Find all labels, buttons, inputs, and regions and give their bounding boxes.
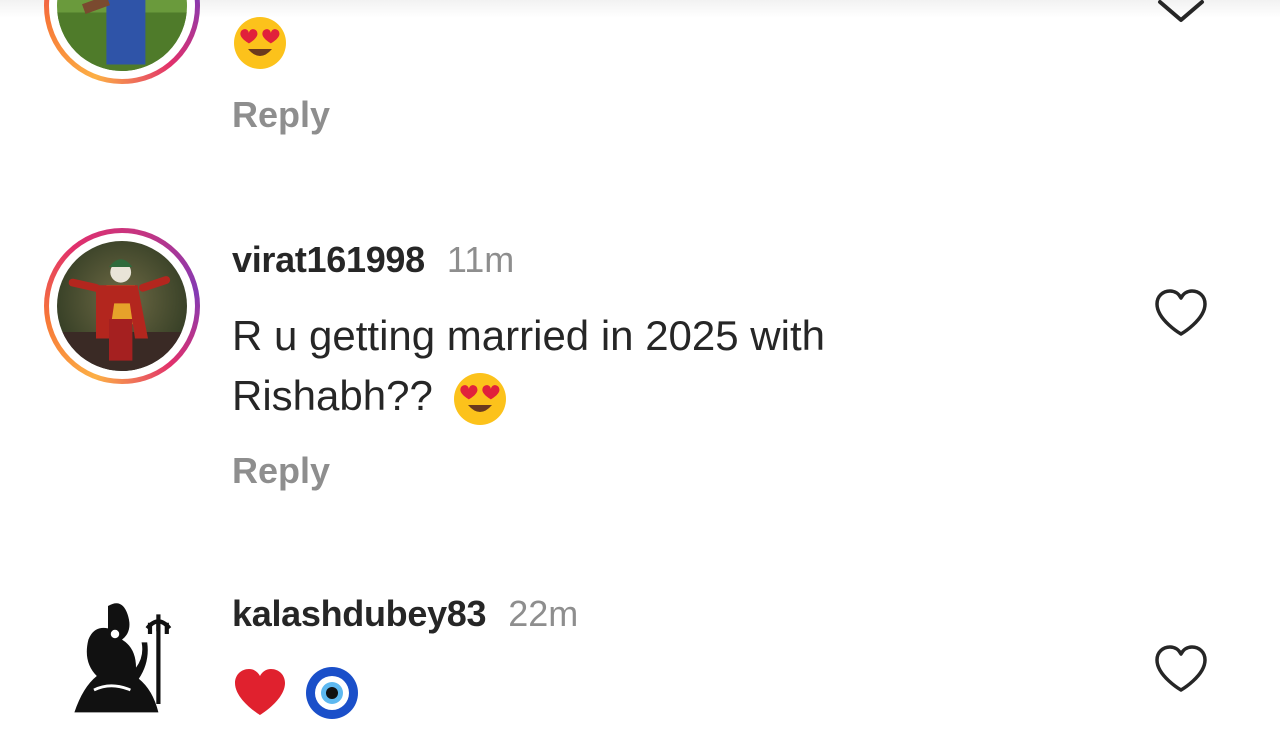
comment-meta: kalashdubey83 22m	[232, 592, 578, 636]
red-heart-emoji	[232, 667, 288, 719]
avatar[interactable]	[44, 228, 200, 384]
heart-outline-icon	[1155, 645, 1207, 692]
avatar[interactable]	[52, 592, 192, 732]
avatar-photo	[52, 592, 192, 732]
reply-button[interactable]: Reply	[232, 450, 330, 492]
reply-button[interactable]: Reply	[232, 94, 330, 136]
username[interactable]: virat161998	[232, 239, 425, 280]
timestamp: 11m	[446, 239, 515, 280]
username[interactable]: kalashdubey83	[232, 593, 487, 634]
comment-text-line-2: Rishabh??	[232, 372, 433, 419]
comment-text-line-2-row: Rishabh??	[232, 366, 508, 427]
avatar[interactable]	[44, 0, 200, 84]
heart-eyes-emoji	[452, 371, 508, 427]
collapse-chevron[interactable]	[1152, 0, 1210, 28]
avatar-photo	[57, 0, 187, 71]
comment-text: R u getting married in 2025 with	[232, 306, 825, 366]
comment-text	[232, 10, 288, 71]
chevron-down-icon	[1158, 0, 1204, 22]
avatar-photo	[57, 241, 187, 371]
comment-meta: virat161998 11m	[232, 238, 514, 282]
comment-text-line-1: R u getting married in 2025 with	[232, 312, 825, 359]
heart-eyes-emoji	[232, 15, 288, 71]
heart-outline-icon	[1155, 289, 1207, 336]
nazar-amulet-emoji	[304, 665, 360, 721]
like-button[interactable]	[1152, 642, 1210, 696]
comment-text	[232, 660, 360, 721]
like-button[interactable]	[1152, 286, 1210, 340]
timestamp: 22m	[508, 593, 579, 634]
